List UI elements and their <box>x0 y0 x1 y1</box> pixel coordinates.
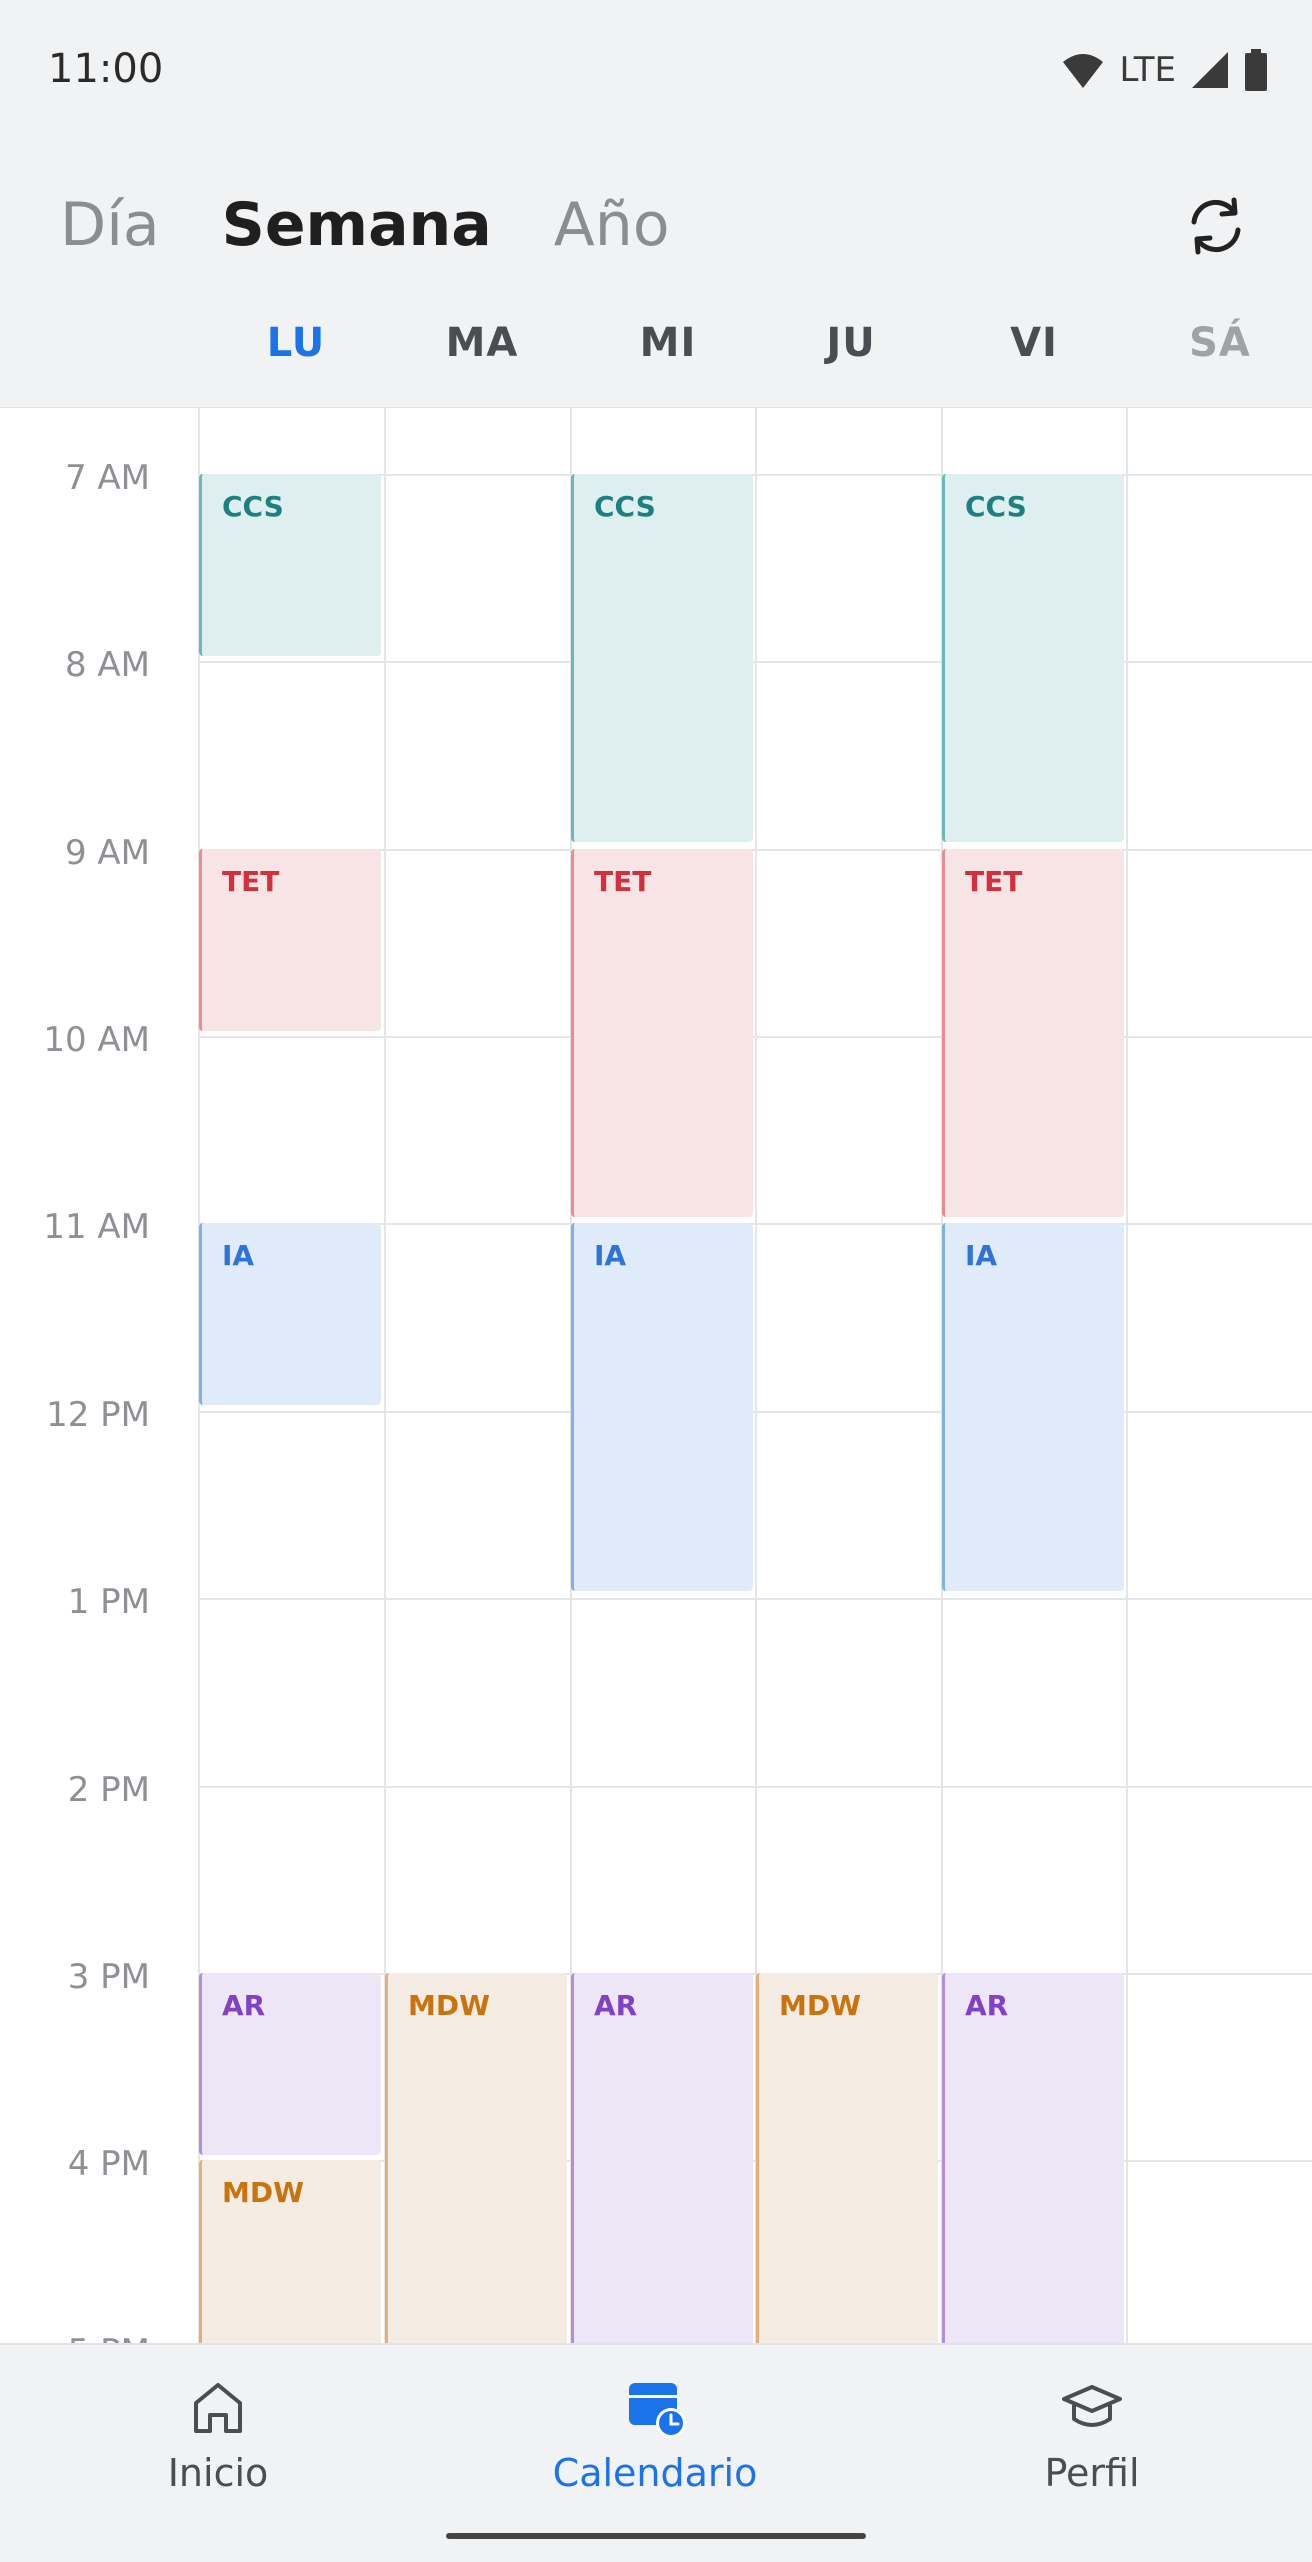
event-ia-vi[interactable]: IA <box>942 1223 1124 1591</box>
event-mdw-lu[interactable]: MDW <box>199 2160 381 2343</box>
time-label-9am: 9 AM <box>64 833 150 873</box>
battery-icon <box>1245 49 1267 91</box>
day-header-ju[interactable]: JU <box>758 320 944 366</box>
time-label-12pm: 12 PM <box>46 1395 150 1435</box>
time-label-8am: 8 AM <box>64 645 150 685</box>
day-header-mi[interactable]: MI <box>575 320 761 366</box>
event-label: CCS <box>965 490 1027 523</box>
event-ia-lu[interactable]: IA <box>199 1223 381 1405</box>
nav-perfil-label: Perfil <box>1044 2451 1140 2495</box>
event-ia-mi[interactable]: IA <box>571 1223 753 1591</box>
event-label: TET <box>594 865 652 898</box>
hour-line <box>198 661 1312 663</box>
week-grid[interactable]: 7 AM 8 AM 9 AM 10 AM 11 AM 12 PM 1 PM 2 … <box>0 408 1312 2343</box>
event-label: AR <box>965 1989 1009 2022</box>
time-label-3pm: 3 PM <box>67 1957 150 1997</box>
event-label: TET <box>965 865 1023 898</box>
event-label: IA <box>222 1239 255 1272</box>
nav-inicio-label: Inicio <box>167 2451 269 2495</box>
event-label: CCS <box>594 490 656 523</box>
day-header-vi[interactable]: VI <box>941 320 1127 366</box>
event-ccs-vi[interactable]: CCS <box>942 474 1124 842</box>
event-label: MDW <box>408 1989 490 2022</box>
hour-line <box>198 1411 1312 1413</box>
graduation-cap-icon <box>1062 2385 1122 2427</box>
event-label: CCS <box>222 490 284 523</box>
event-ar-lu[interactable]: AR <box>199 1973 381 2155</box>
event-label: IA <box>594 1239 627 1272</box>
event-label: TET <box>222 865 280 898</box>
event-ar-mi[interactable]: AR <box>571 1973 753 2343</box>
day-header-lu[interactable]: LU <box>203 320 389 366</box>
event-label: AR <box>594 1989 638 2022</box>
home-icon <box>194 2383 242 2433</box>
hour-line <box>198 1036 1312 1038</box>
app-header: 11:00 LTE Día Semana Año LU MA MI JU VI … <box>0 0 1312 409</box>
view-tabs: Día Semana Año <box>60 190 670 260</box>
event-label: AR <box>222 1989 266 2022</box>
event-label: MDW <box>222 2176 304 2209</box>
hour-line <box>198 1786 1312 1788</box>
event-mdw-ju[interactable]: MDW <box>756 1973 938 2343</box>
event-label: MDW <box>779 1989 861 2022</box>
nav-perfil[interactable]: Perfil <box>942 2375 1242 2495</box>
event-ccs-mi[interactable]: CCS <box>571 474 753 842</box>
event-label: IA <box>965 1239 998 1272</box>
bottom-navigation: Inicio Calendario Perfil <box>0 2343 1312 2562</box>
status-icons: LTE <box>1061 46 1268 94</box>
nav-inicio[interactable]: Inicio <box>68 2375 368 2495</box>
time-label-1pm: 1 PM <box>67 1582 150 1622</box>
cellular-signal-icon <box>1192 52 1228 88</box>
hour-line <box>198 1598 1312 1600</box>
time-label-10am: 10 AM <box>43 1020 150 1060</box>
wifi-icon <box>1063 54 1104 88</box>
event-tet-vi[interactable]: TET <box>942 849 1124 1217</box>
day-header-sa[interactable]: SÁ <box>1127 320 1312 366</box>
event-tet-mi[interactable]: TET <box>571 849 753 1217</box>
nav-calendario[interactable]: Calendario <box>505 2375 805 2495</box>
event-ar-vi[interactable]: AR <box>942 1973 1124 2343</box>
event-ccs-lu[interactable]: CCS <box>199 474 381 656</box>
event-tet-lu[interactable]: TET <box>199 849 381 1031</box>
refresh-icon[interactable] <box>1182 192 1250 260</box>
time-label-7am: 7 AM <box>64 458 150 498</box>
event-mdw-ma[interactable]: MDW <box>385 1973 567 2343</box>
time-label-4pm: 4 PM <box>67 2144 150 2184</box>
time-label-11am: 11 AM <box>43 1207 150 1247</box>
time-label-5pm: 5 PM <box>0 2332 150 2343</box>
nav-calendario-label: Calendario <box>552 2451 758 2495</box>
status-time: 11:00 <box>48 46 164 92</box>
time-label-2pm: 2 PM <box>67 1770 150 1810</box>
home-indicator[interactable] <box>446 2533 866 2539</box>
tab-ano[interactable]: Año <box>554 190 670 260</box>
tab-semana[interactable]: Semana <box>222 190 492 260</box>
column-divider <box>1126 408 1128 2343</box>
day-header-ma[interactable]: MA <box>389 320 575 366</box>
tab-dia[interactable]: Día <box>60 190 160 260</box>
network-type: LTE <box>1119 50 1176 90</box>
calendar-clock-icon <box>629 2383 686 2438</box>
